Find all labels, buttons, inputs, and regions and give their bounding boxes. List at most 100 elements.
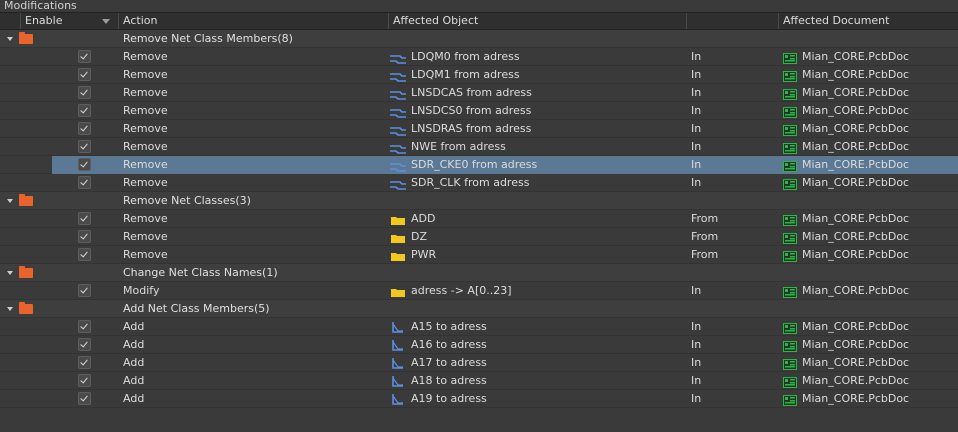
affected-document-cell: Mian_CORE.PcbDoc [802,320,910,333]
table-row[interactable]: Remove LNSDCAS from adress In Mian_CORE.Pcb… [0,84,958,102]
pcb-document-icon [783,142,797,154]
column-header-affected-document-label: Affected Document [783,14,890,27]
column-header-row: Enable Action Affected Object Affected D… [0,12,958,30]
enable-checkbox[interactable] [78,320,91,333]
enable-checkbox[interactable] [78,158,91,171]
net-member-icon [390,142,406,154]
action-cell: Add [123,374,145,387]
table-row[interactable]: Add A18 to adress In Mian_CORE.PcbDoc [0,372,958,390]
enable-checkbox[interactable] [78,68,91,81]
action-cell: Remove [123,230,168,243]
group-row[interactable]: Change Net Class Names(1) [0,264,958,282]
column-header-affected-object[interactable]: Affected Object [388,13,686,29]
enable-checkbox[interactable] [78,122,91,135]
table-row[interactable]: Add A16 to adress In Mian_CORE.PcbDoc [0,336,958,354]
table-row[interactable]: Remove PWR From Mian_CORE.PcbDoc [0,246,958,264]
table-row[interactable]: Remove ADD From Mian_CORE.PcbDoc [0,210,958,228]
enable-checkbox[interactable] [78,284,91,297]
collapse-arrow-icon[interactable] [7,271,13,275]
column-header-action[interactable]: Action [118,13,388,29]
enable-checkbox[interactable] [78,356,91,369]
table-row[interactable]: Modify adress -> A[0..23] In Mian_CORE.PcbD… [0,282,958,300]
collapse-arrow-icon[interactable] [7,37,13,41]
table-row[interactable]: Remove SDR_CKE0 from adress In Mian_CORE.Pc… [0,156,958,174]
table-row[interactable]: Add A19 to adress In Mian_CORE.PcbDoc [0,390,958,408]
table-row[interactable]: Remove LDQM1 from adress In Mian_CORE.PcbDo… [0,66,958,84]
column-header-affected-object-label: Affected Object [393,14,479,27]
affected-document-cell: Mian_CORE.PcbDoc [802,230,910,243]
direction-cell: From [691,212,719,225]
affected-object-cell: A15 to adress [411,320,487,333]
enable-checkbox[interactable] [78,248,91,261]
enable-checkbox[interactable] [78,230,91,243]
panel-title: Modifications [0,0,958,12]
enable-checkbox[interactable] [78,104,91,117]
pcb-document-icon [783,178,797,190]
net-member-icon [390,178,406,190]
pcb-document-icon [783,358,797,370]
table-row[interactable]: Remove NWE from adress In Mian_CORE.PcbDoc [0,138,958,156]
pcb-document-icon [783,88,797,100]
direction-cell: In [691,122,702,135]
pcb-document-icon [783,250,797,262]
pcb-document-icon [783,286,797,298]
enable-checkbox[interactable] [78,212,91,225]
action-cell: Add [123,320,145,333]
action-cell: Remove [123,86,168,99]
pcb-document-icon [783,232,797,244]
affected-document-cell: Mian_CORE.PcbDoc [802,86,910,99]
group-row[interactable]: Add Net Class Members(5) [0,300,958,318]
table-row[interactable]: Remove LNSDRAS from adress In Mian_CORE.Pcb… [0,120,958,138]
pcb-document-icon [783,394,797,406]
affected-document-cell: Mian_CORE.PcbDoc [802,338,910,351]
group-label: Change Net Class Names(1) [123,266,278,279]
enable-checkbox[interactable] [78,140,91,153]
sort-dropdown-icon[interactable] [102,19,110,24]
enable-checkbox[interactable] [78,392,91,405]
table-row[interactable]: Add A15 to adress In Mian_CORE.PcbDoc [0,318,958,336]
enable-checkbox[interactable] [78,176,91,189]
group-row[interactable]: Remove Net Class Members(8) [0,30,958,48]
direction-cell: In [691,284,702,297]
direction-cell: In [691,158,702,171]
table-row[interactable]: Remove DZ From Mian_CORE.PcbDoc [0,228,958,246]
affected-document-cell: Mian_CORE.PcbDoc [802,212,910,225]
affected-object-cell: SDR_CKE0 from adress [411,158,538,171]
collapse-arrow-icon[interactable] [7,307,13,311]
enable-checkbox[interactable] [78,86,91,99]
affected-document-cell: Mian_CORE.PcbDoc [802,68,910,81]
enable-checkbox[interactable] [78,50,91,63]
pcb-document-icon [783,106,797,118]
affected-document-cell: Mian_CORE.PcbDoc [802,356,910,369]
affected-document-cell: Mian_CORE.PcbDoc [802,158,910,171]
affected-object-cell: SDR_CLK from adress [411,176,530,189]
enable-checkbox[interactable] [78,374,91,387]
table-row[interactable]: Remove SDR_CLK from adress In Mian_CORE.Pcb… [0,174,958,192]
column-header-direction[interactable] [686,13,778,29]
affected-document-cell: Mian_CORE.PcbDoc [802,122,910,135]
net-member-icon [390,52,406,64]
table-row[interactable]: Add A17 to adress In Mian_CORE.PcbDoc [0,354,958,372]
collapse-arrow-icon[interactable] [7,199,13,203]
table-row[interactable]: Remove LDQM0 from adress In Mian_CORE.PcbDo… [0,48,958,66]
affected-document-cell: Mian_CORE.PcbDoc [802,50,910,63]
affected-document-cell: Mian_CORE.PcbDoc [802,104,910,117]
direction-cell: From [691,248,719,261]
enable-checkbox[interactable] [78,338,91,351]
pcb-document-icon [783,340,797,352]
net-member-icon [390,106,406,118]
net-add-icon [390,340,406,351]
affected-object-cell: A16 to adress [411,338,487,351]
column-header-affected-document[interactable]: Affected Document [778,13,958,29]
column-header-enable-label: Enable [25,14,63,27]
direction-cell: In [691,86,702,99]
folder-icon [390,286,406,297]
table-row[interactable]: Remove LNSDCS0 from adress In Mian_CORE.Pcb… [0,102,958,120]
affected-object-cell: A19 to adress [411,392,487,405]
affected-document-cell: Mian_CORE.PcbDoc [802,392,910,405]
group-row[interactable]: Remove Net Classes(3) [0,192,958,210]
direction-cell: In [691,104,702,117]
affected-object-cell: LDQM1 from adress [411,68,520,81]
group-folder-icon [19,32,33,44]
pcb-document-icon [783,376,797,388]
